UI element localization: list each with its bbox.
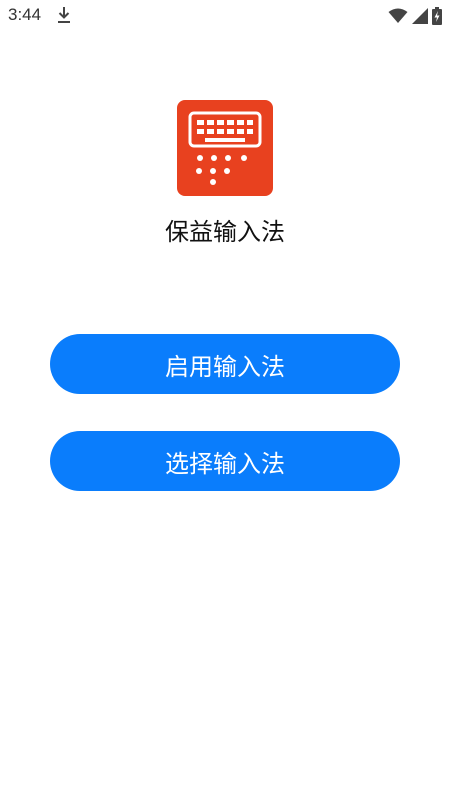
signal-icon [412, 8, 428, 24]
status-icons [388, 6, 442, 26]
status-time: 3:44 [8, 5, 42, 24]
wifi-icon [388, 8, 408, 23]
app-name: 保益输入法 [165, 218, 285, 246]
keyboard-icon [188, 111, 262, 185]
download-icon [58, 7, 70, 23]
status-bar: 3:44 [0, 0, 450, 32]
enable-ime-button[interactable]: 启用输入法 [50, 334, 400, 394]
select-ime-button[interactable]: 选择输入法 [50, 431, 400, 491]
app-logo [177, 100, 273, 196]
battery-charging-icon [432, 7, 442, 25]
